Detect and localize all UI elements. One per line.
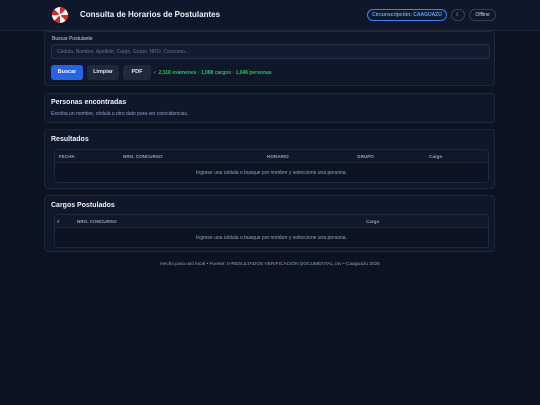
column-header-cargo: Cargo <box>366 219 380 224</box>
search-input[interactable] <box>51 44 490 59</box>
resultados-card: Resultados FECHA NRO. CONCURSO HORARIO G… <box>44 129 495 189</box>
umbrella-logo-icon <box>52 7 68 23</box>
column-header-grupo: GRUPO <box>357 154 374 159</box>
limpiar-button[interactable]: Limpiar <box>87 65 119 80</box>
offline-status-badge: Offline <box>469 9 496 21</box>
column-header-cargo: Cargo <box>429 154 443 159</box>
app-header: Consulta de Horarios de Postulantes Circ… <box>0 0 540 31</box>
stats-summary: ✓ 2,118 exámenes · 1,088 cargos · 1,046 … <box>153 70 272 76</box>
pdf-button[interactable]: PDF <box>123 65 151 80</box>
personas-title: Personas encontradas <box>51 99 127 106</box>
resultados-empty-message: Ingrese una cédula o busque por nombre y… <box>196 170 347 176</box>
footer-text: Hecho para uso local • Fuente: 0-RESULTA… <box>160 262 380 267</box>
personas-card: Personas encontradas Escriba un nombre, … <box>44 93 495 123</box>
circunscripcion-badge[interactable]: Circunscripción: CAAGUAZÚ <box>367 9 447 21</box>
personas-subtitle: Escriba un nombre, cédula u otro dato pa… <box>51 111 189 117</box>
column-header-fecha: FECHA <box>59 154 75 159</box>
search-label: Buscar Postulante <box>52 36 93 42</box>
table-header: # NRO. CONCURSO Cargo <box>55 215 488 228</box>
moon-icon: ☾ <box>455 12 461 18</box>
resultados-title: Resultados <box>51 136 89 143</box>
resultados-table: FECHA NRO. CONCURSO HORARIO GRUPO Cargo … <box>54 149 489 183</box>
cargos-title: Cargos Postulados <box>51 202 115 209</box>
column-header-horario: HORARIO <box>267 154 289 159</box>
search-card: Buscar Postulante Buscar Limpiar PDF ✓ 2… <box>44 31 495 86</box>
table-header: FECHA NRO. CONCURSO HORARIO GRUPO Cargo <box>55 150 488 163</box>
cargos-card: Cargos Postulados # NRO. CONCURSO Cargo … <box>44 195 495 252</box>
theme-toggle-button[interactable]: ☾ <box>451 9 465 21</box>
column-header-nro-concurso: NRO. CONCURSO <box>123 154 163 159</box>
column-header-nro-concurso: NRO. CONCURSO <box>77 219 117 224</box>
buscar-button[interactable]: Buscar <box>51 65 83 80</box>
cargos-table: # NRO. CONCURSO Cargo Ingrese una cédula… <box>54 214 489 248</box>
column-header-number: # <box>57 219 60 224</box>
app-title: Consulta de Horarios de Postulantes <box>80 10 221 19</box>
cargos-empty-message: Ingrese una cédula o busque por nombre y… <box>196 235 347 241</box>
